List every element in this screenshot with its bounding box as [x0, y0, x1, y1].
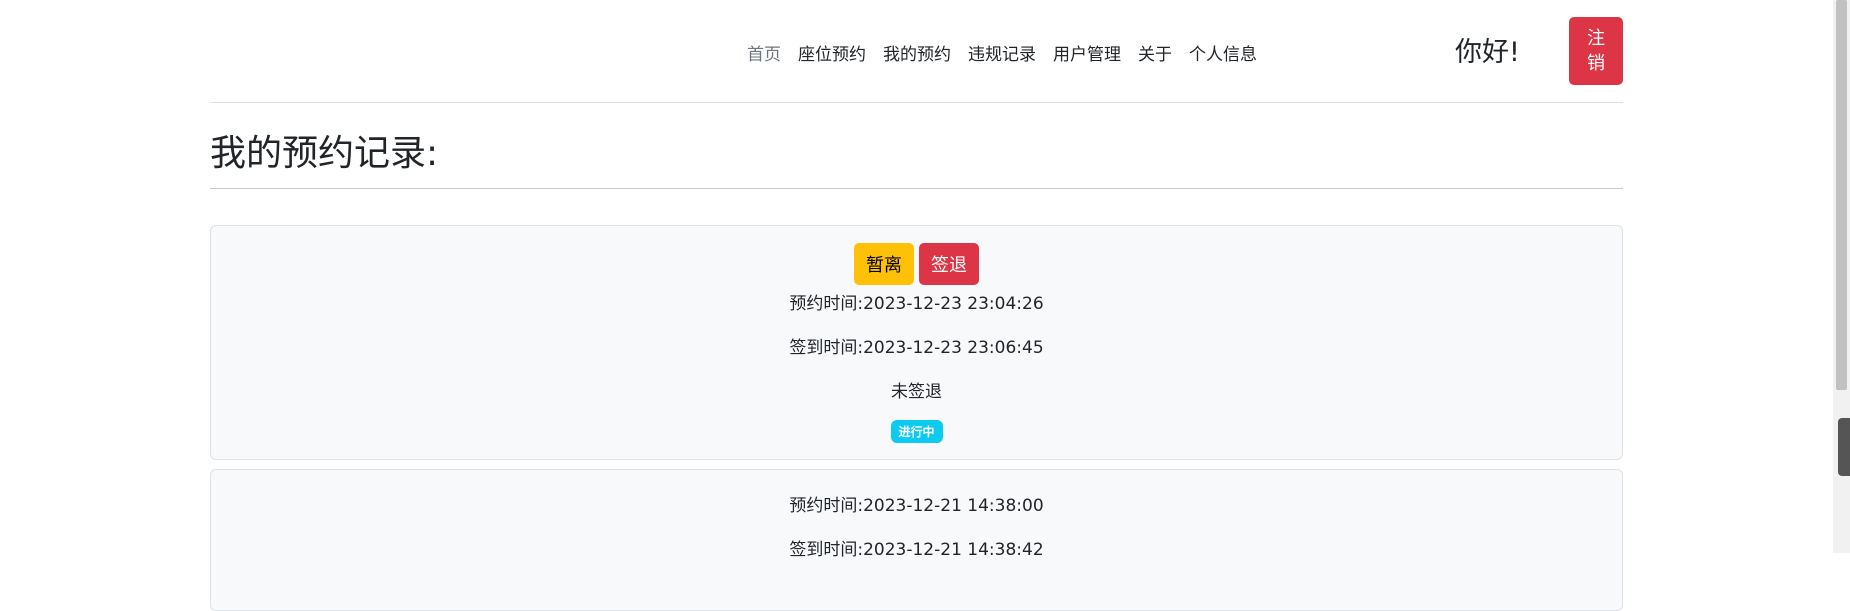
checkin-time: 签到时间:2023-12-23 23:06:45 [789, 338, 1044, 358]
nav-item-profile[interactable]: 个人信息 [1189, 40, 1257, 65]
reservation-card: 预约时间:2023-12-21 14:38:00 签到时间:2023-12-21… [210, 469, 1623, 611]
nav-menu: 首页 座位预约 我的预约 违规记录 用户管理 关于 个人信息 [747, 40, 1257, 65]
reserve-time: 预约时间:2023-12-21 14:38:00 [789, 496, 1044, 516]
reservation-card: 暂离 签退 预约时间:2023-12-23 23:04:26 签到时间:2023… [210, 225, 1623, 460]
nav-item-my-reservations[interactable]: 我的预约 [883, 40, 951, 65]
reservation-actions: 暂离 签退 [211, 243, 1622, 285]
nav-item-user-management[interactable]: 用户管理 [1053, 40, 1121, 65]
checkin-time: 签到时间:2023-12-21 14:38:42 [789, 540, 1044, 560]
nav-item-violation-records[interactable]: 违规记录 [968, 40, 1036, 65]
nav-item-home[interactable]: 首页 [747, 40, 781, 65]
checkout-status: 未签退 [891, 382, 942, 402]
logout-button[interactable]: 注销 [1569, 17, 1623, 85]
reserve-time: 预约时间:2023-12-23 23:04:26 [789, 294, 1044, 314]
main-container: 首页 座位预约 我的预约 违规记录 用户管理 关于 个人信息 你好! 注销 我的… [210, 0, 1623, 611]
page-title: 我的预约记录: [210, 133, 439, 174]
nav-item-about[interactable]: 关于 [1138, 40, 1172, 65]
nav-item-seat-reservation[interactable]: 座位预约 [798, 40, 866, 65]
side-widget-icon[interactable] [1838, 418, 1850, 476]
navbar: 首页 座位预约 我的预约 违规记录 用户管理 关于 个人信息 你好! 注销 [210, 0, 1623, 103]
greeting-text: 你好! [1455, 37, 1520, 68]
checkout-button[interactable]: 签退 [919, 243, 979, 285]
scrollbar-thumb[interactable] [1836, 0, 1847, 390]
temporary-leave-button[interactable]: 暂离 [854, 243, 914, 285]
status-badge: 进行中 [890, 420, 943, 443]
title-divider [210, 188, 1623, 189]
